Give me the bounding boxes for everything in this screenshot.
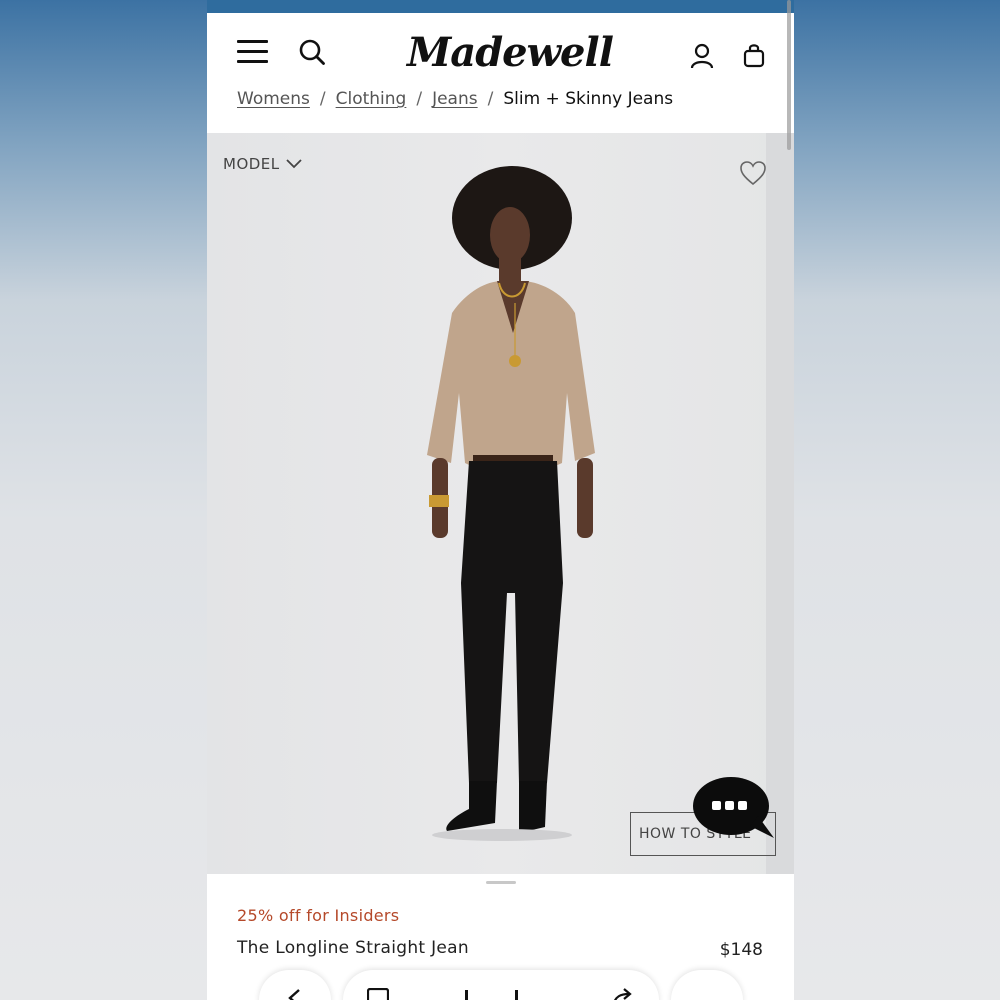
breadcrumb-link-jeans[interactable]: Jeans [432,89,478,109]
next-image-peek [766,133,794,874]
site-header: Madewell Womens / Clothing / Jeans / Sli… [207,13,794,133]
model-selector[interactable]: MODEL [223,155,302,173]
product-price: $148 [719,940,763,960]
model-photo [427,166,595,841]
product-image[interactable]: MODEL HOW TO STYLE [207,133,794,874]
status-bar [207,0,794,13]
breadcrumb-link-womens[interactable]: Womens [237,89,310,109]
brand-logo[interactable]: Madewell [407,27,614,79]
breadcrumb-link-clothing[interactable]: Clothing [336,89,407,109]
breadcrumb-current: Slim + Skinny Jeans [503,89,674,109]
chevron-left-icon [288,989,300,1000]
product-name: The Longline Straight Jean [237,938,469,958]
chevron-down-icon [286,159,302,169]
browser-actions [343,970,659,1000]
heart-icon[interactable] [739,160,767,186]
hamburger-icon[interactable] [237,39,268,65]
product-details: 25% off for Insiders The Longline Straig… [207,874,794,1000]
more-button[interactable] [671,970,743,1000]
search-icon[interactable] [298,38,326,66]
breadcrumb-separator: / [319,89,326,109]
share-icon[interactable] [611,988,633,1000]
breadcrumb-separator: / [416,89,423,109]
phone-screen: Madewell Womens / Clothing / Jeans / Sli… [207,0,794,1000]
drag-handle[interactable] [486,881,516,884]
model-selector-label: MODEL [223,155,280,173]
back-button[interactable] [259,970,331,1000]
browser-toolbar [207,970,794,1000]
tabs-icon[interactable] [367,988,389,1000]
insider-promo: 25% off for Insiders [237,906,400,925]
scrollbar[interactable] [787,0,791,150]
breadcrumb: Womens / Clothing / Jeans / Slim + Skinn… [237,87,673,111]
menu-icon[interactable] [513,988,523,1000]
chat-bubble-icon[interactable] [692,776,776,844]
reader-icon[interactable] [463,988,471,1000]
breadcrumb-separator: / [487,89,494,109]
user-icon[interactable] [690,43,714,69]
shopping-bag-icon[interactable] [743,42,765,68]
